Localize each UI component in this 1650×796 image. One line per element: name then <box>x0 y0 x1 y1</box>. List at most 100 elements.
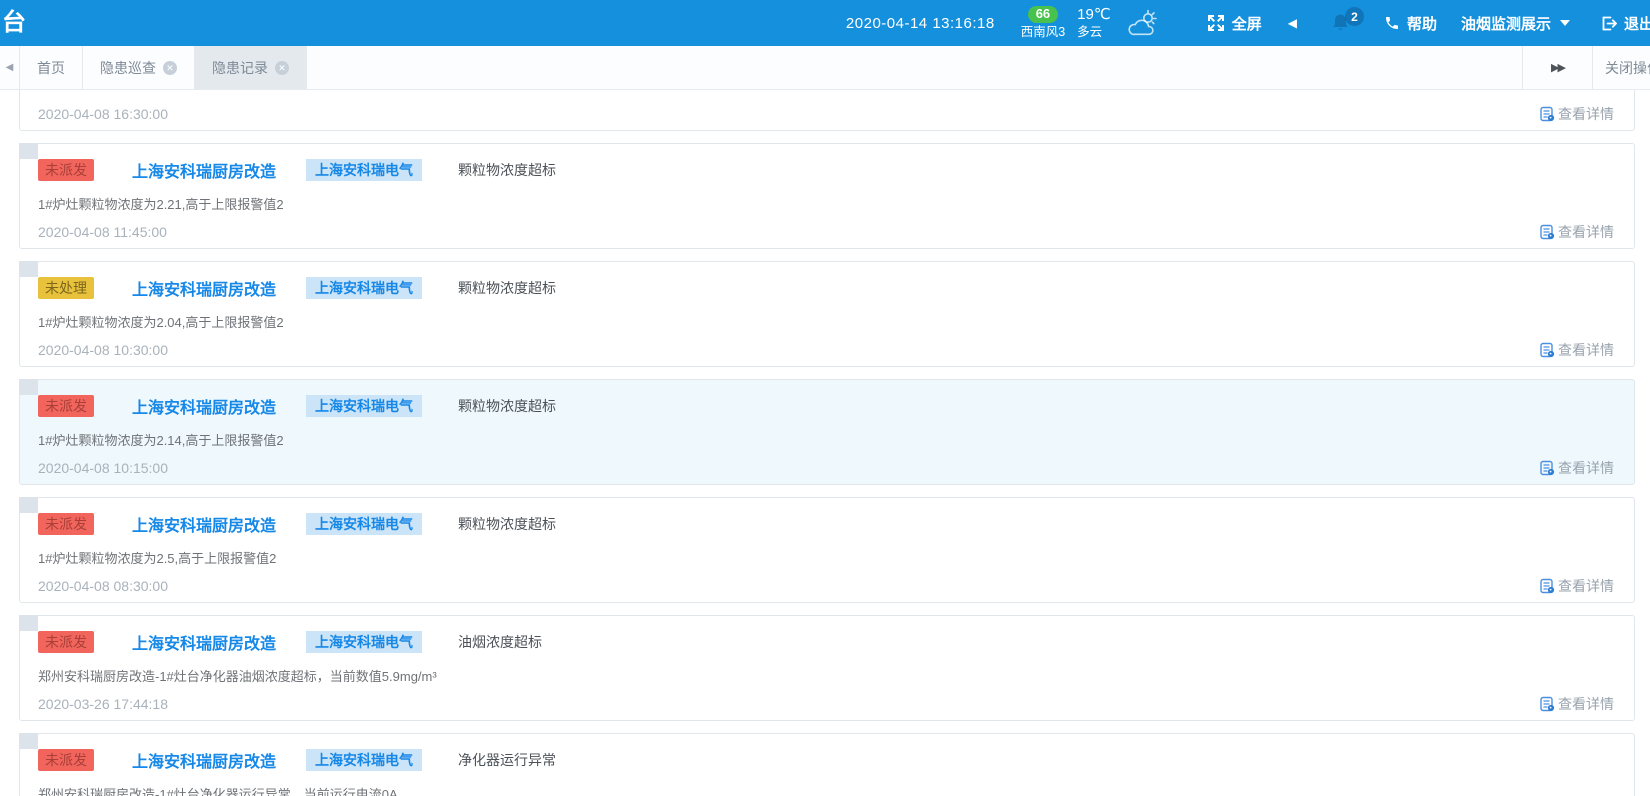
hazard-record-card[interactable]: 未处理 上海安科瑞厨房改造 上海安科瑞电气 颗粒物浓度超标 1#炉灶颗粒物浓度为… <box>19 261 1635 367</box>
wind-label: 西南风3 <box>1021 25 1065 39</box>
view-details-link[interactable]: 查看详情 <box>1540 458 1614 478</box>
hazard-type-label: 油烟浓度超标 <box>458 632 542 652</box>
tab-label: 隐患巡查 <box>100 58 156 78</box>
site-link[interactable]: 上海安科瑞厨房改造 <box>132 748 276 772</box>
hazard-record-card[interactable]: 未派发 上海安科瑞厨房改造 上海安科瑞电气 颗粒物浓度超标 1#炉灶颗粒物浓度为… <box>19 379 1635 485</box>
logout-icon <box>1600 15 1617 32</box>
tab-list: 首页 隐患巡查 ✕ 隐患记录 ✕ <box>20 46 307 89</box>
tabs-scroll-right-button[interactable]: ▶▶ <box>1522 46 1592 89</box>
record-timestamp: 2020-04-08 10:30:00 <box>38 342 168 358</box>
sun-cloud-icon <box>1125 9 1161 37</box>
document-detail-icon <box>1540 460 1555 476</box>
site-link[interactable]: 上海安科瑞厨房改造 <box>132 630 276 654</box>
site-link[interactable]: 上海安科瑞厨房改造 <box>132 512 276 536</box>
site-link[interactable]: 上海安科瑞厨房改造 <box>132 394 276 418</box>
chevron-down-icon <box>1560 20 1570 26</box>
org-badge: 上海安科瑞电气 <box>306 631 422 653</box>
tab-item[interactable]: 隐患记录 ✕ <box>195 46 307 89</box>
hazard-type-label: 颗粒物浓度超标 <box>458 278 556 298</box>
record-footer-row: 2020-04-08 16:30:00 查看详情 <box>38 104 1614 124</box>
tabs-scroll-left-button[interactable]: ◀ <box>0 46 20 89</box>
header-menu: 全屏 ◀ 2 帮助 油烟监测展示 退出 <box>1207 13 1650 34</box>
record-list: 2020-04-08 16:30:00 查看详情 未派发 上海安科瑞厨房改造 上… <box>0 90 1650 796</box>
hazard-description: 郑州安科瑞厨房改造-1#灶台净化器运行异常，当前运行电流0A <box>38 784 1614 796</box>
view-details-label: 查看详情 <box>1558 694 1614 714</box>
record-header-row: 未处理 上海安科瑞厨房改造 上海安科瑞电气 颗粒物浓度超标 <box>38 276 1614 300</box>
record-timestamp: 2020-04-08 10:15:00 <box>38 460 168 476</box>
hazard-type-label: 颗粒物浓度超标 <box>458 160 556 180</box>
org-badge: 上海安科瑞电气 <box>306 749 422 771</box>
document-detail-icon <box>1540 224 1555 240</box>
hazard-description: 1#炉灶颗粒物浓度为2.21,高于上限报警值2 <box>38 194 1614 212</box>
weather-condition-label: 多云 <box>1077 25 1102 39</box>
mute-button[interactable]: ◀ <box>1288 17 1297 29</box>
tab-label: 首页 <box>37 58 65 78</box>
record-header-row: 未派发 上海安科瑞厨房改造 上海安科瑞电气 净化器运行异常 <box>38 748 1614 772</box>
view-details-label: 查看详情 <box>1558 104 1614 124</box>
record-footer-row: 2020-04-08 11:45:00 查看详情 <box>38 222 1614 242</box>
view-details-label: 查看详情 <box>1558 576 1614 596</box>
fullscreen-button[interactable]: 全屏 <box>1207 13 1262 34</box>
record-timestamp: 2020-04-08 11:45:00 <box>38 224 167 240</box>
hazard-record-card[interactable]: 未派发 上海安科瑞厨房改造 上海安科瑞电气 净化器运行异常 郑州安科瑞厨房改造-… <box>19 733 1635 796</box>
top-header: 台 2020-04-14 13:16:18 66 西南风3 19℃ 多云 全屏 … <box>0 0 1650 46</box>
tab-close-icon[interactable]: ✕ <box>275 61 289 75</box>
air-quality-widget: 66 西南风3 <box>1021 6 1065 39</box>
status-badge: 未派发 <box>38 631 94 653</box>
site-link[interactable]: 上海安科瑞厨房改造 <box>132 276 276 300</box>
tab-item[interactable]: 隐患巡查 ✕ <box>83 46 195 89</box>
status-badge: 未派发 <box>38 749 94 771</box>
tab-item[interactable]: 首页 <box>20 46 83 89</box>
hazard-record-card[interactable]: 未派发 上海安科瑞厨房改造 上海安科瑞电气 颗粒物浓度超标 1#炉灶颗粒物浓度为… <box>19 497 1635 603</box>
logout-label: 退出 <box>1624 13 1650 34</box>
fullscreen-icon <box>1207 14 1225 32</box>
tab-close-icon[interactable]: ✕ <box>163 61 177 75</box>
org-badge: 上海安科瑞电气 <box>306 395 422 417</box>
hazard-record-card[interactable]: 未派发 上海安科瑞厨房改造 上海安科瑞电气 油烟浓度超标 郑州安科瑞厨房改造-1… <box>19 615 1635 721</box>
document-detail-icon <box>1540 106 1555 122</box>
document-detail-icon <box>1540 696 1555 712</box>
card-corner-decoration <box>19 261 38 277</box>
notifications-button[interactable]: 2 <box>1331 13 1350 33</box>
hazard-type-label: 颗粒物浓度超标 <box>458 396 556 416</box>
display-mode-dropdown[interactable]: 油烟监测展示 <box>1461 13 1570 34</box>
temperature-label: 19℃ <box>1077 6 1111 23</box>
view-details-link[interactable]: 查看详情 <box>1540 576 1614 596</box>
card-corner-decoration <box>19 143 38 159</box>
display-mode-label: 油烟监测展示 <box>1461 13 1551 34</box>
hazard-record-card[interactable]: 2020-04-08 16:30:00 查看详情 <box>19 90 1635 131</box>
tabbar-spacer <box>307 46 1522 89</box>
hazard-type-label: 颗粒物浓度超标 <box>458 514 556 534</box>
card-corner-decoration <box>19 733 38 749</box>
help-button[interactable]: 帮助 <box>1384 13 1437 34</box>
record-footer-row: 2020-04-08 10:15:00 查看详情 <box>38 458 1614 478</box>
card-corner-decoration <box>19 497 38 513</box>
document-detail-icon <box>1540 578 1555 594</box>
status-badge: 未派发 <box>38 159 94 181</box>
record-header-row: 未派发 上海安科瑞厨房改造 上海安科瑞电气 颗粒物浓度超标 <box>38 512 1614 536</box>
hazard-description: 郑州安科瑞厨房改造-1#灶台净化器油烟浓度超标，当前数值5.9mg/m³ <box>38 666 1614 684</box>
site-link[interactable]: 上海安科瑞厨房改造 <box>132 158 276 182</box>
logout-button[interactable]: 退出 <box>1600 13 1650 34</box>
hazard-record-card[interactable]: 未派发 上海安科瑞厨房改造 上海安科瑞电气 颗粒物浓度超标 1#炉灶颗粒物浓度为… <box>19 143 1635 249</box>
record-footer-row: 2020-03-26 17:44:18 查看详情 <box>38 694 1614 714</box>
view-details-link[interactable]: 查看详情 <box>1540 340 1614 360</box>
record-timestamp: 2020-03-26 17:44:18 <box>38 696 168 712</box>
aqi-badge: 66 <box>1028 6 1058 23</box>
fullscreen-label: 全屏 <box>1232 13 1262 34</box>
status-badge: 未处理 <box>38 277 94 299</box>
record-footer-row: 2020-04-08 08:30:00 查看详情 <box>38 576 1614 596</box>
close-operations-dropdown[interactable]: 关闭操作 <box>1592 46 1650 89</box>
temperature-widget: 19℃ 多云 <box>1077 6 1111 40</box>
record-timestamp: 2020-04-08 08:30:00 <box>38 578 168 594</box>
hazard-description: 1#炉灶颗粒物浓度为2.5,高于上限报警值2 <box>38 548 1614 566</box>
hazard-description <box>38 90 1614 94</box>
view-details-label: 查看详情 <box>1558 222 1614 242</box>
speaker-muted-icon: ◀ <box>1288 17 1297 29</box>
view-details-link[interactable]: 查看详情 <box>1540 104 1614 124</box>
notification-count-badge: 2 <box>1345 7 1364 26</box>
status-badge: 未派发 <box>38 395 94 417</box>
hazard-type-label: 净化器运行异常 <box>458 750 556 770</box>
view-details-link[interactable]: 查看详情 <box>1540 694 1614 714</box>
view-details-link[interactable]: 查看详情 <box>1540 222 1614 242</box>
